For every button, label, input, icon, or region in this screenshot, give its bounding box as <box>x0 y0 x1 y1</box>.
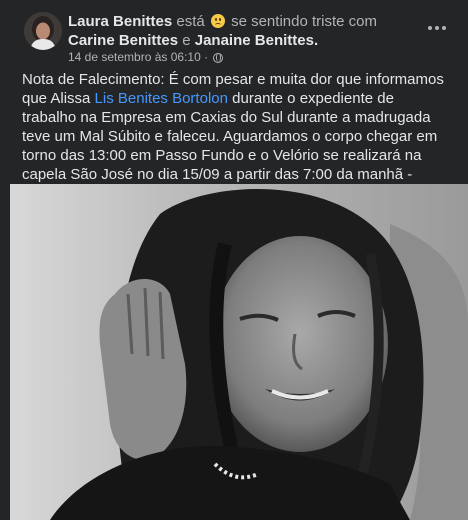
feeling-text: se sentindo triste com <box>231 13 377 30</box>
feeling-prefix: está <box>176 13 205 30</box>
post-meta: 14 de setembro às 06:10 · <box>68 50 224 64</box>
post-header: Laura Benittes está se sentindo triste c… <box>0 0 468 64</box>
post-photo[interactable] <box>10 184 468 520</box>
avatar[interactable] <box>24 12 62 50</box>
author-name[interactable]: Laura Benittes <box>68 13 172 30</box>
tag-connector: e <box>182 32 191 49</box>
ellipsis-icon <box>428 26 432 30</box>
sad-emoji-icon <box>210 14 225 28</box>
portrait-photo <box>10 184 468 520</box>
post-timestamp[interactable]: 14 de setembro às 06:10 <box>68 50 201 64</box>
meta-separator: · <box>204 50 209 64</box>
tagged-person-2[interactable]: Janaine Benittes <box>195 32 314 49</box>
avatar-image <box>24 12 62 50</box>
mention-link[interactable]: Lis Benites Bortolon <box>95 90 228 107</box>
globe-icon[interactable] <box>213 53 224 63</box>
facebook-post: Laura Benittes está se sentindo triste c… <box>0 0 468 520</box>
more-options-button[interactable] <box>422 16 452 40</box>
tagged-person-1[interactable]: Carine Benittes <box>68 32 178 49</box>
author-line: Laura Benittes está se sentindo triste c… <box>68 13 377 49</box>
